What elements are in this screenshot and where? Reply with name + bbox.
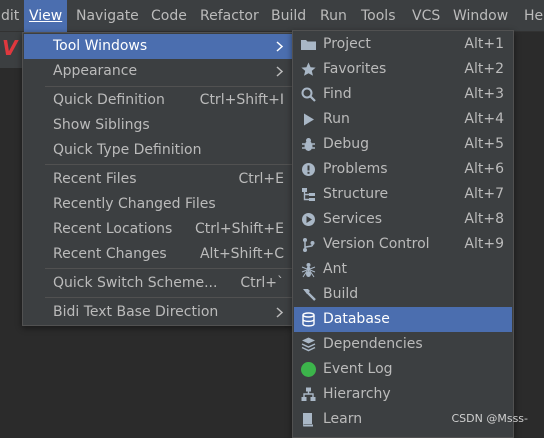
tool-window-favorites[interactable]: Favorites Alt+2 [294,57,512,82]
tool-window-structure[interactable]: Structure Alt+7 [294,182,512,207]
tool-window-project[interactable]: Project Alt+1 [294,32,512,57]
menubar-item-build[interactable]: Build [266,0,311,32]
ant-icon [300,261,317,278]
structure-icon [300,186,317,203]
tool-windows-submenu: Project Alt+1 Favorites Alt+2 Find Alt+3… [292,30,514,438]
bug-icon [300,136,317,153]
tool-window-hierarchy[interactable]: Hierarchy [294,382,512,407]
tool-window-services[interactable]: Services Alt+8 [294,207,512,232]
tool-window-event-log[interactable]: Event Log [294,357,512,382]
event-log-icon [300,361,317,378]
menu-item-recent-changes[interactable]: Recent Changes Alt+Shift+C [24,242,292,267]
folder-icon [300,36,317,53]
database-icon [300,311,317,328]
chevron-right-icon [274,59,286,84]
menubar-item-tools[interactable]: Tools [356,0,401,32]
menu-item-quick-type-definition[interactable]: Quick Type Definition [24,138,292,163]
menu-separator [45,297,292,298]
menu-item-recent-files[interactable]: Recent Files Ctrl+E [24,167,292,192]
tool-window-dependencies[interactable]: Dependencies [294,332,512,357]
menubar-item-refactor[interactable]: Refactor [195,0,264,32]
watermark: CSDN @Msss- [451,412,528,425]
menu-separator [45,164,292,165]
tool-window-debug[interactable]: Debug Alt+5 [294,132,512,157]
chevron-right-icon [274,300,286,325]
services-icon [300,211,317,228]
dependencies-icon [300,336,317,353]
menu-item-recently-changed-files[interactable]: Recently Changed Files [24,192,292,217]
menu-item-bidi-text-base-direction[interactable]: Bidi Text Base Direction [24,300,292,325]
chevron-right-icon [274,34,286,59]
star-icon [300,61,317,78]
menubar-item-view[interactable]: View [24,0,67,32]
menu-item-tool-windows[interactable]: Tool Windows [24,34,292,59]
tool-window-version-control[interactable]: Version Control Alt+9 [294,232,512,257]
menubar-item-edit[interactable]: dit [0,0,24,32]
tool-window-find[interactable]: Find Alt+3 [294,82,512,107]
menu-item-appearance[interactable]: Appearance [24,59,292,84]
menubar-item-run[interactable]: Run [315,0,352,32]
menu-item-quick-switch-scheme[interactable]: Quick Switch Scheme... Ctrl+` [24,271,292,296]
warning-icon [300,161,317,178]
menubar-item-help[interactable]: He [519,0,544,32]
play-icon [300,111,317,128]
tool-window-problems[interactable]: Problems Alt+6 [294,157,512,182]
tool-window-ant[interactable]: Ant [294,257,512,282]
menu-item-quick-definition[interactable]: Quick Definition Ctrl+Shift+I [24,88,292,113]
menubar-item-window[interactable]: Window [448,0,513,32]
menubar-item-code[interactable]: Code [146,0,192,32]
menu-separator [45,86,292,87]
menu-separator [45,268,292,269]
menu-item-recent-locations[interactable]: Recent Locations Ctrl+Shift+E [24,217,292,242]
view-menu: Tool Windows Appearance Quick Definition… [22,32,294,326]
learn-icon [300,411,317,428]
search-icon [300,86,317,103]
menubar-item-navigate[interactable]: Navigate [71,0,144,32]
editor-fragment: V [2,36,18,60]
menu-item-show-siblings[interactable]: Show Siblings [24,113,292,138]
tool-window-build[interactable]: Build [294,282,512,307]
hammer-icon [300,286,317,303]
tool-window-run[interactable]: Run Alt+4 [294,107,512,132]
menubar-item-vcs[interactable]: VCS [407,0,445,32]
hierarchy-icon [300,386,317,403]
tool-window-database[interactable]: Database [294,307,512,332]
version-control-icon [300,236,317,253]
main-menubar: dit View Navigate Code Refactor Build Ru… [0,0,544,32]
